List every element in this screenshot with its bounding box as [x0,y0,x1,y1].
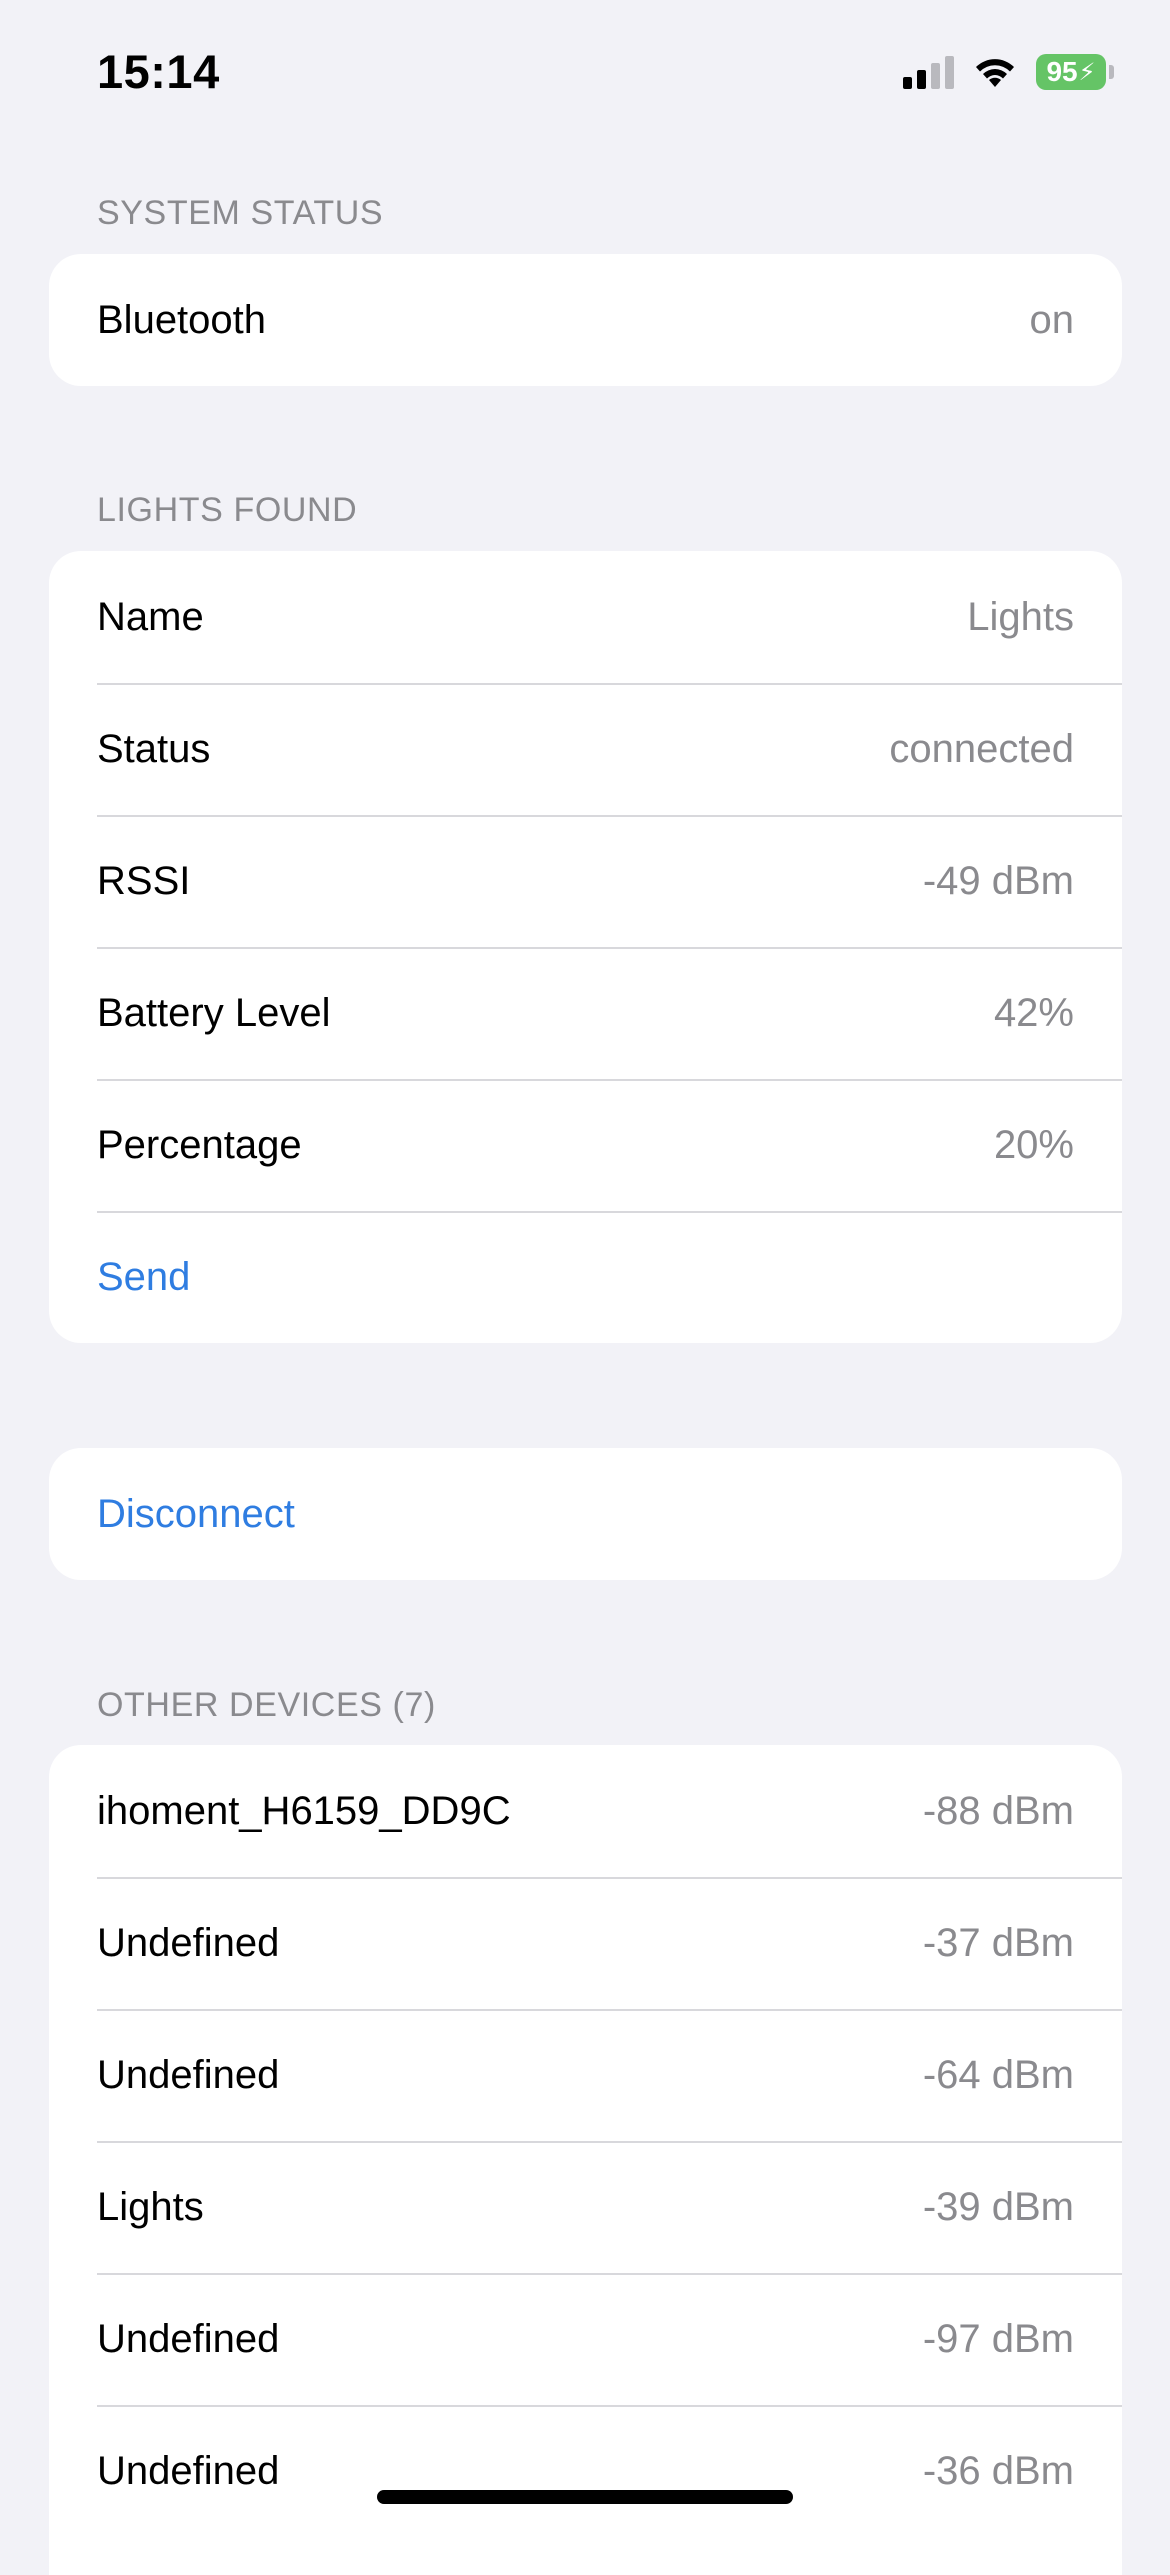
device-name: Undefined [97,1920,280,1965]
device-name: Undefined [97,2316,280,2361]
status-time: 15:14 [97,45,220,98]
device-row[interactable]: Undefined -64 dBm [49,2009,1122,2141]
row-label: Percentage [97,1122,302,1167]
device-name: Undefined [97,2448,280,2493]
system-status-group: Bluetooth on [49,254,1122,386]
device-rssi: -88 dBm [922,1788,1074,1833]
status-icons: 95 ⚡ [903,52,1114,92]
device-rssi: -64 dBm [922,2052,1074,2097]
row-label: Status [97,726,211,771]
row-value: -49 dBm [922,858,1074,903]
device-rssi: -39 dBm [922,2184,1074,2229]
status-bar: 15:14 95 ⚡ [0,0,1170,150]
device-rssi: -97 dBm [922,2316,1074,2361]
device-row[interactable]: Lights -39 dBm [49,2141,1122,2273]
device-rssi: -36 dBm [922,2448,1074,2493]
battery-level: 95 ⚡ [1036,54,1106,90]
disconnect-button[interactable]: Disconnect [49,1448,1122,1580]
wifi-icon [972,55,1018,89]
row-label: Bluetooth [97,297,267,342]
row-value: connected [889,726,1074,771]
device-name: Lights [97,2184,204,2229]
device-rssi: -37 dBm [922,1920,1074,1965]
row-label: Name [97,594,204,639]
battery-percentage: 95 [1046,56,1078,87]
home-indicator[interactable] [377,2490,793,2504]
disconnect-button-label[interactable]: Disconnect [97,1492,295,1537]
device-row[interactable]: ihoment_H6159_DD9C -88 dBm [49,1745,1122,1877]
section-header-lights-found: LIGHTS FOUND [97,491,358,529]
rssi-row: RSSI -49 dBm [49,815,1122,947]
section-header-other-devices: OTHER DEVICES (7) [97,1686,436,1724]
battery-level-row: Battery Level 42% [49,947,1122,1079]
device-row[interactable]: Undefined -37 dBm [49,1877,1122,2009]
disconnect-group: Disconnect [49,1448,1122,1580]
send-button[interactable]: Send [49,1211,1122,1343]
device-row[interactable]: Undefined -97 dBm [49,2273,1122,2405]
cellular-signal-icon [903,55,954,89]
row-value: 42% [993,990,1074,1035]
percentage-row[interactable]: Percentage 20% [49,1079,1122,1211]
other-devices-list: ihoment_H6159_DD9C -88 dBm Undefined -37… [49,1745,1122,2575]
battery-charging-icon: 95 ⚡ [1036,54,1114,90]
charging-bolt-icon: ⚡ [1078,58,1096,86]
battery-tip [1109,65,1114,79]
row-value: on [1029,297,1075,342]
lights-found-group: Name Lights Status connected RSSI -49 dB… [49,551,1122,1343]
device-name: ihoment_H6159_DD9C [97,1788,511,1833]
device-name: Undefined [97,2052,280,2097]
section-header-system-status: SYSTEM STATUS [97,194,384,232]
send-button-label[interactable]: Send [97,1255,190,1300]
row-value: Lights [967,594,1074,639]
status-row: Status connected [49,683,1122,815]
row-label: Battery Level [97,990,331,1035]
bluetooth-row: Bluetooth on [49,254,1122,386]
row-label: RSSI [97,858,191,903]
device-row[interactable]: Undefined -36 dBm [49,2405,1122,2537]
row-value: 20% [993,1122,1074,1167]
name-row: Name Lights [49,551,1122,683]
